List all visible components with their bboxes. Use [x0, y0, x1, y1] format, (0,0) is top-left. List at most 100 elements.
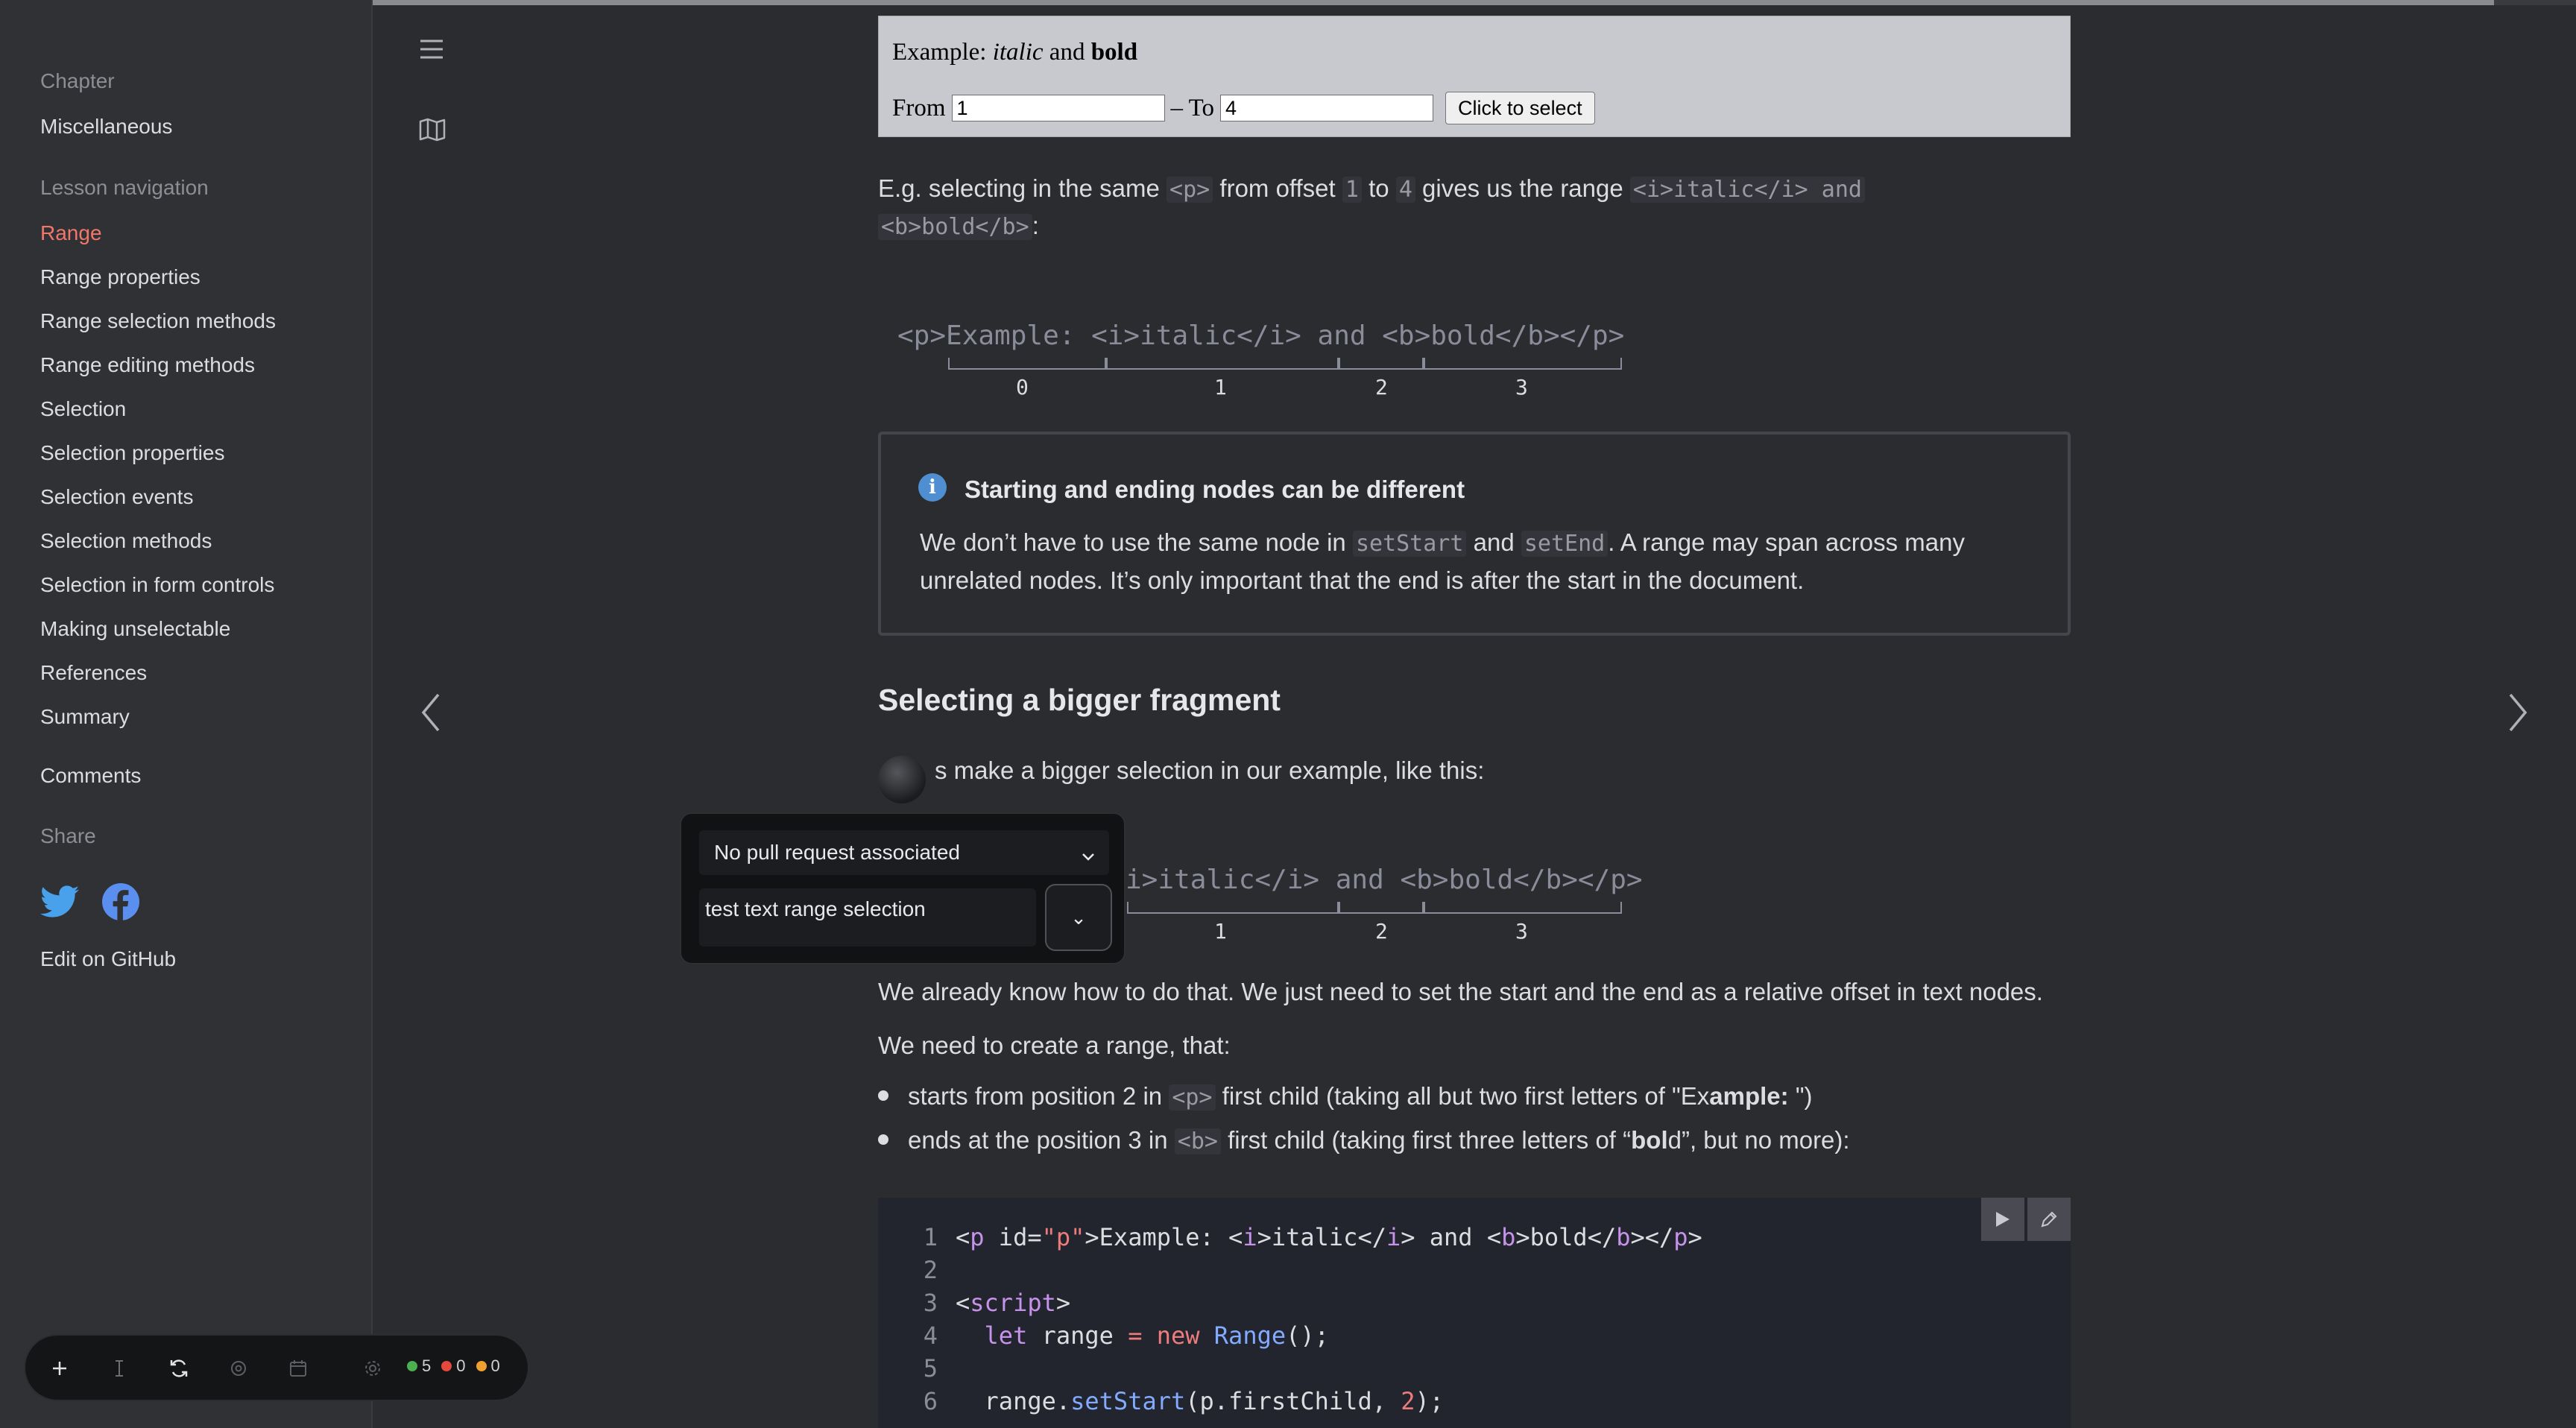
offset-number: 3: [1515, 919, 1528, 944]
notice-title: Starting and ending nodes can be differe…: [965, 476, 1465, 503]
list-bold: bol: [1631, 1126, 1668, 1154]
sidebar-item-summary[interactable]: Summary: [40, 705, 130, 729]
from-label: From: [892, 94, 946, 121]
demo-title-and: and: [1049, 39, 1085, 66]
bullet-dot: [878, 1134, 888, 1146]
calendar-icon[interactable]: [282, 1352, 315, 1385]
status-counts[interactable]: 5 0 0: [407, 1356, 500, 1376]
click-to-select-button[interactable]: Click to select: [1445, 92, 1595, 124]
demo-title-bold: bold: [1090, 39, 1138, 66]
inline-code: <p>: [1169, 1084, 1216, 1111]
list-text: starts from position 2 in: [908, 1082, 1163, 1110]
sidebar-item-selection-properties[interactable]: Selection properties: [40, 441, 224, 465]
sidebar-item-range[interactable]: Range: [40, 221, 102, 245]
orange-status-dot: [476, 1361, 487, 1371]
list-text: first child (taking first three letters …: [1228, 1126, 1632, 1154]
offset-bracket: [1127, 902, 1339, 914]
offset-bracket: [948, 358, 1106, 370]
facebook-icon[interactable]: [101, 882, 140, 921]
sidebar: Chapter Miscellaneous Lesson navigation …: [0, 0, 373, 1428]
twitter-icon[interactable]: [40, 882, 79, 921]
comment-input[interactable]: test text range selection: [699, 888, 1036, 947]
chapter-link[interactable]: Miscellaneous: [40, 115, 172, 139]
inline-code: <b>: [1174, 1128, 1221, 1154]
offset-number: 2: [1375, 919, 1388, 944]
info-notice: i Starting and ending nodes can be diffe…: [878, 432, 2071, 636]
line-number: 6: [923, 1387, 938, 1415]
chevron-down-icon: [1081, 844, 1096, 868]
notice-text-part: We don’t have to use the same node in: [920, 528, 1346, 556]
to-input[interactable]: 4: [1220, 95, 1434, 121]
sidebar-item-selection-events[interactable]: Selection events: [40, 485, 193, 509]
map-icon[interactable]: [416, 115, 449, 145]
offset-number: 2: [1375, 375, 1388, 399]
offset-number: 1: [1214, 375, 1227, 399]
section-intro: s make a bigger selection in our example…: [935, 756, 1485, 784]
code-example: 1 <p id="p">Example: <i>italic</i> and <b…: [878, 1198, 2071, 1428]
code-line: 5: [878, 1354, 956, 1383]
edit-code-button[interactable]: [2027, 1198, 2071, 1241]
bottom-toolbar: 5 0 0: [24, 1334, 529, 1401]
sidebar-item-selection[interactable]: Selection: [40, 397, 126, 421]
inline-code: <p>: [1167, 177, 1213, 203]
inline-code: 1: [1342, 177, 1362, 203]
offset-diagram-text-2: i>italic</i> and <b>bold</b></p>: [1126, 865, 1643, 895]
next-lesson-arrow-icon[interactable]: [2504, 689, 2531, 736]
edit-on-github-link[interactable]: Edit on GitHub: [40, 947, 176, 971]
sidebar-item-making-unselectable[interactable]: Making unselectable: [40, 617, 230, 641]
list-text: ends at the position 3 in: [908, 1126, 1168, 1154]
section-heading: Selecting a bigger fragment: [878, 683, 1281, 717]
at-sign-icon[interactable]: [222, 1352, 255, 1385]
sidebar-item-range-properties[interactable]: Range properties: [40, 265, 201, 289]
chapter-label: Chapter: [40, 69, 115, 92]
paragraph-already-know: We already know how to do that. We just …: [878, 978, 2043, 1005]
line-number: 5: [923, 1354, 938, 1383]
green-count: 5: [422, 1356, 432, 1375]
comments-link[interactable]: Comments: [40, 764, 141, 788]
hamburger-menu-icon[interactable]: [414, 34, 449, 64]
prev-lesson-arrow-icon[interactable]: [417, 689, 444, 736]
pull-request-popup: No pull request associated test text ran…: [680, 812, 1126, 964]
offset-diagram-text: <p>Example: <i>italic</i> and <b>bold</b…: [897, 320, 1625, 351]
paragraph-create-range: We need to create a range, that:: [878, 1031, 1231, 1059]
floating-avatar-handle[interactable]: [878, 756, 926, 803]
submit-button[interactable]: ⌄: [1045, 884, 1112, 951]
sidebar-item-references[interactable]: References: [40, 661, 147, 685]
share-icons: [40, 882, 140, 921]
gear-icon[interactable]: [356, 1352, 389, 1385]
refresh-icon[interactable]: [162, 1352, 195, 1385]
para-text: E.g. selecting in the same: [878, 174, 1160, 202]
page-load-progress: [0, 0, 2576, 5]
sidebar-item-selection-methods[interactable]: Selection methods: [40, 529, 212, 553]
line-number: 1: [923, 1223, 938, 1251]
run-code-button[interactable]: [1981, 1198, 2024, 1241]
demo-title: Example: italic and bold: [892, 39, 1137, 66]
pull-request-select-value: No pull request associated: [714, 841, 960, 864]
from-input[interactable]: 1: [951, 95, 1165, 121]
sidebar-item-range-editing-methods[interactable]: Range editing methods: [40, 353, 255, 377]
lesson-nav-label: Lesson navigation: [40, 176, 209, 199]
share-label: Share: [40, 824, 96, 847]
pull-request-select[interactable]: No pull request associated: [699, 830, 1109, 875]
offset-bracket: [1106, 358, 1339, 370]
demo-example-box: Example: italic and bold From 1 – To 4 C…: [878, 16, 2071, 137]
para-text: to: [1368, 174, 1389, 202]
sidebar-item-selection-form-controls[interactable]: Selection in form controls: [40, 573, 274, 597]
para-text: :: [1032, 212, 1039, 239]
red-status-dot: [441, 1361, 452, 1371]
plus-icon[interactable]: [43, 1352, 76, 1385]
offset-bracket: [1339, 902, 1424, 914]
offset-bracket: [1424, 902, 1622, 914]
inline-code: <b>bold</b>: [878, 214, 1032, 240]
range-example-paragraph: E.g. selecting in the same <p> from offs…: [878, 171, 2071, 245]
sidebar-item-range-selection-methods[interactable]: Range selection methods: [40, 309, 276, 333]
offset-bracket: [1339, 358, 1424, 370]
line-number: 3: [923, 1289, 938, 1317]
progress-fill: [0, 0, 2494, 5]
text-cursor-icon[interactable]: [103, 1352, 136, 1385]
offset-number: 0: [1016, 375, 1029, 399]
line-number: 4: [923, 1321, 938, 1350]
to-label: – To: [1170, 94, 1215, 121]
code-line: 2: [878, 1256, 956, 1284]
demo-title-italic: italic: [992, 39, 1044, 66]
